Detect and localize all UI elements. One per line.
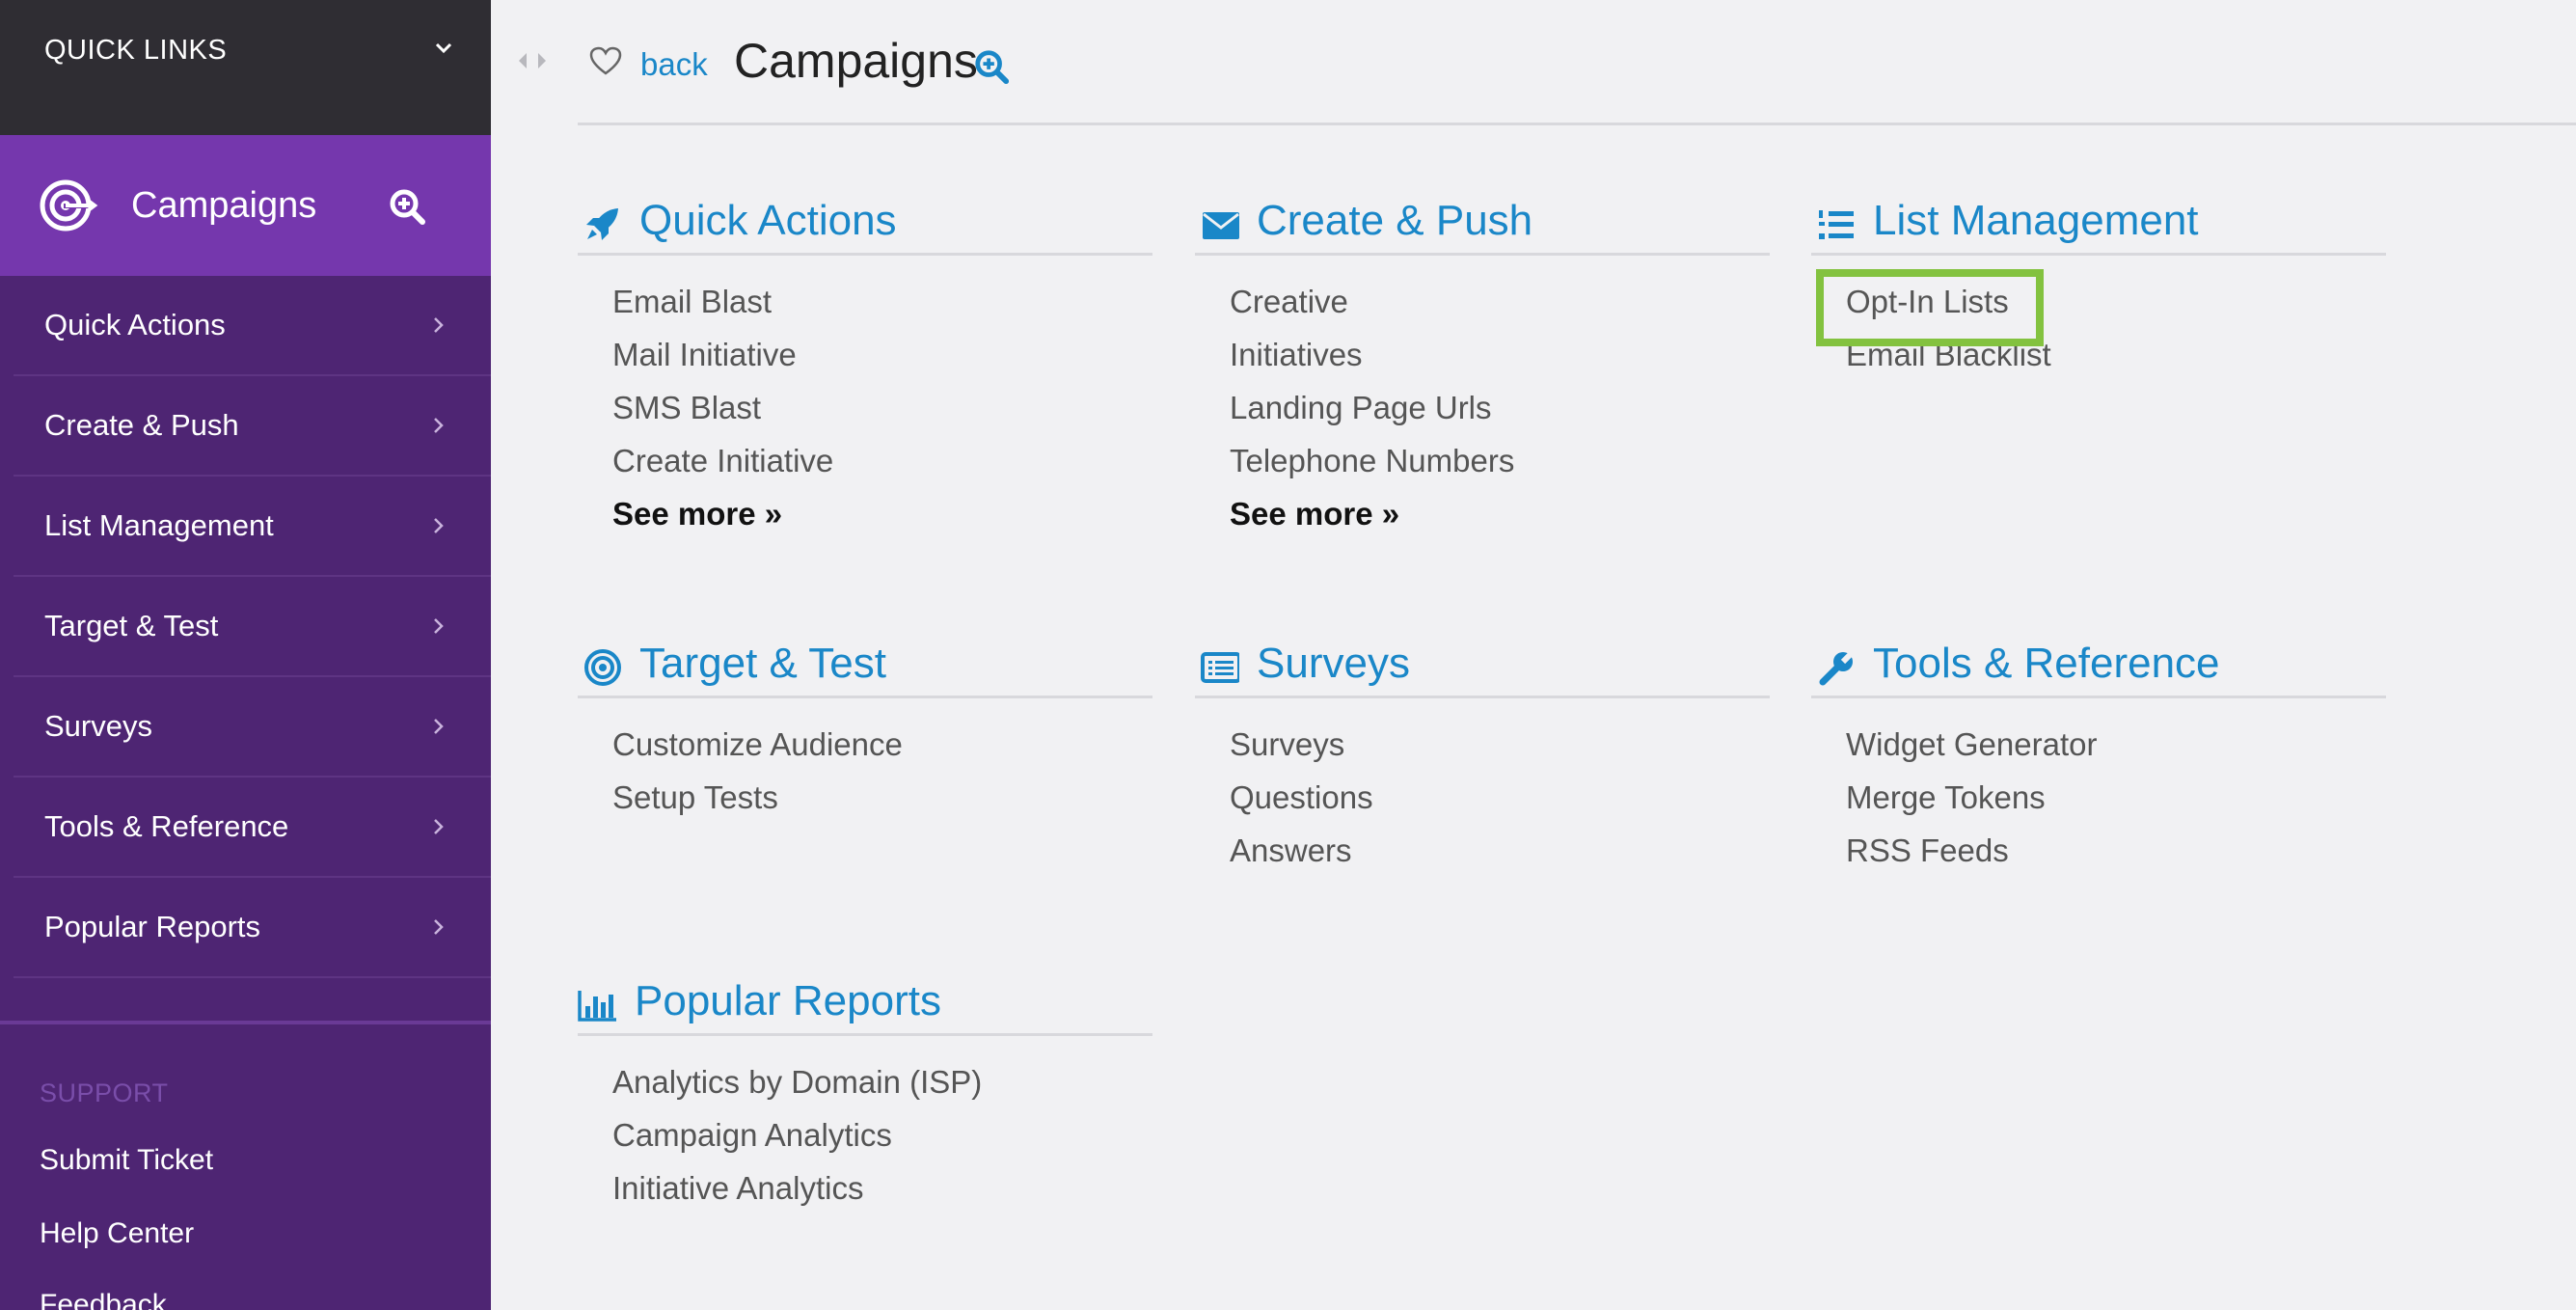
rss-feeds-link[interactable]: RSS Feeds: [1846, 824, 2386, 877]
card-title: Popular Reports: [635, 977, 941, 1024]
sidebar-item-label: Surveys: [44, 709, 152, 743]
sidebar-menu: Quick Actions Create & Push List Managem…: [14, 276, 491, 978]
quick-links-dropdown[interactable]: QUICK LINKS: [0, 0, 491, 135]
customize-audience-link[interactable]: Customize Audience: [612, 718, 1152, 771]
sidebar-divider: [0, 1021, 491, 1024]
card-title: Tools & Reference: [1873, 640, 2220, 687]
sidebar-item-quick-actions[interactable]: Quick Actions: [14, 276, 491, 376]
card-target-test: Target & Test Customize Audience Setup T…: [578, 638, 1152, 824]
support-heading: SUPPORT: [40, 1078, 169, 1107]
survey-list-icon: [1201, 652, 1239, 683]
rocket-icon: [586, 208, 618, 240]
sidebar-item-label: Create & Push: [44, 408, 239, 442]
chevron-right-icon: [434, 418, 444, 433]
email-blast-link[interactable]: Email Blast: [612, 275, 1152, 328]
wrench-icon: [1819, 650, 1855, 686]
header-divider: [578, 123, 2576, 125]
back-link[interactable]: back: [640, 46, 708, 83]
card-header: Surveys: [1195, 638, 1770, 698]
page-title: Campaigns: [734, 34, 978, 88]
sidebar-item-label: Quick Actions: [44, 308, 226, 341]
analytics-by-domain-link[interactable]: Analytics by Domain (ISP): [612, 1055, 1152, 1108]
card-header: Quick Actions: [578, 195, 1152, 256]
card-header: Target & Test: [578, 638, 1152, 698]
sidebar-item-label: Popular Reports: [44, 910, 261, 943]
quick-links-label: QUICK LINKS: [44, 35, 228, 66]
sidebar-item-label: List Management: [44, 508, 274, 542]
search-plus-icon[interactable]: [388, 187, 426, 226]
initiatives-link[interactable]: Initiatives: [1230, 328, 1770, 381]
campaign-analytics-link[interactable]: Campaign Analytics: [612, 1108, 1152, 1161]
chevron-right-icon: [434, 719, 444, 734]
target-icon: [584, 649, 621, 686]
see-more-link[interactable]: See more »: [1230, 487, 1770, 540]
card-header: Tools & Reference: [1811, 638, 2386, 698]
mail-initiative-link[interactable]: Mail Initiative: [612, 328, 1152, 381]
chevron-right-icon: [434, 819, 444, 834]
sidebar-item-target-test[interactable]: Target & Test: [14, 577, 491, 677]
sidebar-item-label: Tools & Reference: [44, 809, 289, 843]
card-title: Target & Test: [639, 640, 886, 687]
highlight-box: [1816, 269, 2044, 346]
chevron-right-icon: [434, 919, 444, 935]
chevron-right-icon: [434, 618, 444, 634]
card-header: Create & Push: [1195, 195, 1770, 256]
sidebar: QUICK LINKS Campaigns Quick Actions Crea…: [0, 0, 491, 1310]
landing-page-urls-link[interactable]: Landing Page Urls: [1230, 381, 1770, 434]
surveys-link[interactable]: Surveys: [1230, 718, 1770, 771]
create-initiative-link[interactable]: Create Initiative: [612, 434, 1152, 487]
numbered-list-icon: [1819, 210, 1854, 239]
initiative-analytics-link[interactable]: Initiative Analytics: [612, 1161, 1152, 1214]
chevron-down-icon: [435, 42, 452, 54]
sidebar-section-title: Campaigns: [131, 185, 317, 226]
card-surveys: Surveys Surveys Questions Answers: [1195, 638, 1770, 877]
questions-link[interactable]: Questions: [1230, 771, 1770, 824]
target-arrow-icon: [40, 179, 98, 232]
envelope-icon: [1203, 212, 1239, 239]
bar-chart-icon: [578, 991, 616, 1022]
card-title: Surveys: [1257, 640, 1410, 687]
chevron-right-icon: [434, 317, 444, 333]
card-title: Create & Push: [1257, 197, 1533, 244]
sms-blast-link[interactable]: SMS Blast: [612, 381, 1152, 434]
telephone-numbers-link[interactable]: Telephone Numbers: [1230, 434, 1770, 487]
merge-tokens-link[interactable]: Merge Tokens: [1846, 771, 2386, 824]
sidebar-item-popular-reports[interactable]: Popular Reports: [14, 878, 491, 978]
card-title: Quick Actions: [639, 197, 897, 244]
heart-icon[interactable]: [589, 46, 622, 75]
setup-tests-link[interactable]: Setup Tests: [612, 771, 1152, 824]
sidebar-item-label: Target & Test: [44, 609, 219, 642]
card-tools-reference: Tools & Reference Widget Generator Merge…: [1811, 638, 2386, 877]
help-center-link[interactable]: Help Center: [40, 1217, 194, 1250]
card-title: List Management: [1873, 197, 2199, 244]
creative-link[interactable]: Creative: [1230, 275, 1770, 328]
chevron-right-icon: [434, 518, 444, 533]
sidebar-item-create-push[interactable]: Create & Push: [14, 376, 491, 477]
answers-link[interactable]: Answers: [1230, 824, 1770, 877]
card-popular-reports: Popular Reports Analytics by Domain (ISP…: [578, 975, 1152, 1214]
collapse-arrows-icon[interactable]: [516, 50, 549, 71]
sidebar-item-list-management[interactable]: List Management: [14, 477, 491, 577]
search-plus-icon[interactable]: [973, 48, 1010, 85]
sidebar-item-surveys[interactable]: Surveys: [14, 677, 491, 778]
card-header: List Management: [1811, 195, 2386, 256]
card-quick-actions: Quick Actions Email Blast Mail Initiativ…: [578, 195, 1152, 540]
card-create-push: Create & Push Creative Initiatives Landi…: [1195, 195, 1770, 540]
widget-generator-link[interactable]: Widget Generator: [1846, 718, 2386, 771]
card-header: Popular Reports: [578, 975, 1152, 1036]
feedback-link[interactable]: Feedback: [40, 1289, 167, 1310]
sidebar-section-header: Campaigns: [0, 135, 491, 276]
submit-ticket-link[interactable]: Submit Ticket: [40, 1144, 213, 1177]
see-more-link[interactable]: See more »: [612, 487, 1152, 540]
sidebar-item-tools-reference[interactable]: Tools & Reference: [14, 778, 491, 878]
